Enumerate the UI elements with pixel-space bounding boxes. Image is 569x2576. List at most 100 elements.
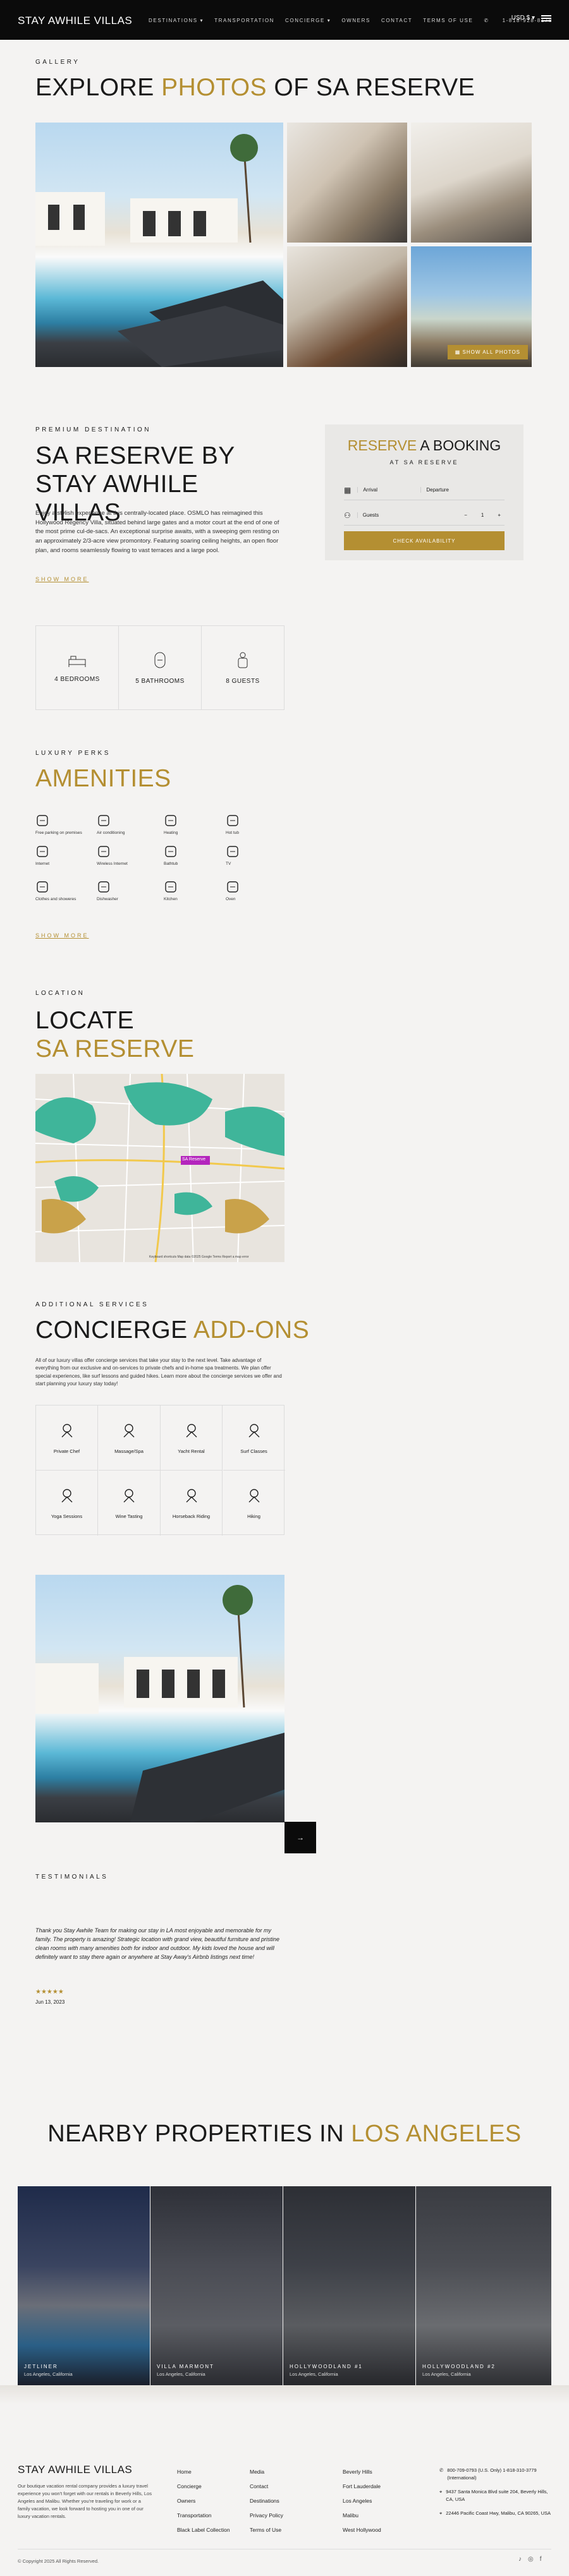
footer-link-transportation[interactable]: Transportation — [177, 2508, 230, 2523]
departure-input[interactable]: Departure — [420, 487, 449, 493]
brand-logo[interactable]: STAY AWHILE VILLAS — [18, 15, 132, 27]
nav-terms[interactable]: TERMS OF USE — [423, 18, 473, 23]
location-title: LOCATE SA RESERVE — [35, 1007, 194, 1064]
amenities-show-more-link[interactable]: SHOW MORE — [35, 932, 89, 939]
gallery-photo-terrace[interactable]: ▦ SHOW ALL PHOTOS — [411, 246, 532, 367]
footer-link-destinations[interactable]: Destinations — [250, 2494, 283, 2508]
footer-link-black-label[interactable]: Black Label Collection — [177, 2523, 230, 2537]
footer-link-terms[interactable]: Terms of Use — [250, 2523, 283, 2537]
amenity-label: Air conditioning — [97, 831, 125, 835]
stat-bedrooms-label: 4 BEDROOMS — [54, 675, 100, 683]
concierge-label: Yoga Sessions — [51, 1514, 83, 1519]
gallery-photo-bedroom[interactable] — [411, 123, 532, 243]
property-card-3[interactable]: HOLLYWOODLAND #1 Los Angeles, California — [283, 2186, 415, 2385]
phone-icon: ✆ — [439, 2467, 444, 2473]
arrival-input[interactable]: Arrival — [357, 487, 420, 493]
concierge-item[interactable]: Surf Classes — [223, 1405, 285, 1471]
facebook-icon[interactable]: f — [540, 2556, 542, 2563]
property-card-2-name: VILLA MARMONT — [157, 2364, 214, 2369]
amenity-item: Bathtub — [164, 845, 221, 866]
feature-photo — [35, 1575, 284, 1822]
map-attribution[interactable]: Keyboard shortcuts Map data ©2025 Google… — [149, 1255, 249, 1259]
footer-brand[interactable]: STAY AWHILE VILLAS — [18, 2464, 132, 2476]
gallery-eyebrow: GALLERY — [35, 59, 80, 66]
property-card-4-name: HOLLYWOODLAND #2 — [422, 2364, 496, 2369]
concierge-label: Horseback Riding — [172, 1514, 211, 1519]
currency-selector[interactable]: USD $ ▾ — [511, 15, 535, 21]
property-stats: 4 BEDROOMS 5 BATHROOMS 8 GUESTS — [35, 625, 284, 710]
gallery-main-photo[interactable] — [35, 123, 283, 367]
nav-transportation[interactable]: TRANSPORTATION — [214, 18, 274, 23]
concierge-item[interactable]: Massage/Spa — [98, 1405, 161, 1471]
property-card-2[interactable]: VILLA MARMONT Los Angeles, California — [150, 2186, 283, 2385]
gallery-photo-lounge[interactable] — [287, 246, 407, 367]
amenity-label: Bathtub — [164, 862, 178, 866]
concierge-grid: Private Chef Massage/Spa Yacht Rental Surf … — [35, 1405, 285, 1536]
footer-link-media[interactable]: Media — [250, 2465, 283, 2479]
footer-link-concierge[interactable]: Concierge — [177, 2479, 230, 2494]
footer-link-contact[interactable]: Contact — [250, 2479, 283, 2494]
gallery-title: EXPLORE PHOTOS OF SA RESERVE — [35, 74, 475, 102]
instagram-icon[interactable]: ◎ — [528, 2556, 534, 2563]
booking-title-a: RESERVE — [347, 437, 417, 454]
concierge-item[interactable]: Private Chef — [36, 1405, 98, 1471]
property-card-1[interactable]: JETLINER Los Angeles, California — [18, 2186, 150, 2385]
booking-subtitle: AT SA RESERVE — [389, 459, 459, 466]
calendar-icon: ▦ — [344, 485, 352, 495]
footer-contact-address-1[interactable]: ⌖ 9437 Santa Monica Blvd suite 204, Bever… — [439, 2488, 553, 2503]
location-map[interactable]: SA Reserve Keyboard shortcuts Map data ©… — [35, 1074, 284, 1262]
show-all-photos-button[interactable]: ▦ SHOW ALL PHOTOS — [447, 345, 528, 359]
amenity-item: Hot tub — [226, 814, 283, 835]
footer-link-fort-lauderdale[interactable]: Fort Lauderdale — [343, 2479, 381, 2494]
nav-owners[interactable]: OWNERS — [341, 18, 370, 23]
amenity-label: Dishwasher — [97, 897, 118, 901]
yacht-icon — [183, 1422, 200, 1441]
nav-destinations[interactable]: DESTINATIONS ▾ — [149, 18, 204, 23]
nav-concierge[interactable]: CONCIERGE ▾ — [285, 18, 331, 23]
stat-guests-label: 8 GUESTS — [226, 677, 260, 685]
concierge-item[interactable]: Horseback Riding — [161, 1471, 223, 1536]
concierge-item[interactable]: Wine Tasting — [99, 1471, 161, 1536]
footer-link-owners[interactable]: Owners — [177, 2494, 230, 2508]
footer-link-beverly-hills[interactable]: Beverly Hills — [343, 2465, 381, 2479]
tiktok-icon[interactable]: ♪ — [518, 2556, 522, 2563]
nearby-title-a: NEARBY PROPERTIES IN — [47, 2121, 352, 2147]
amenity-item: Wireless Internet — [97, 845, 154, 866]
nav-contact[interactable]: CONTACT — [381, 18, 412, 23]
property-card-4[interactable]: HOLLYWOODLAND #2 Los Angeles, California — [416, 2186, 551, 2385]
concierge-item[interactable]: Yoga Sessions — [36, 1471, 98, 1536]
nearby-title-b: LOS ANGELES — [351, 2121, 522, 2147]
property-card-3-name: HOLLYWOODLAND #1 — [290, 2364, 363, 2369]
intro-show-more-link[interactable]: SHOW MORE — [35, 576, 89, 582]
map-pin-label[interactable]: SA Reserve — [182, 1157, 205, 1162]
footer-contact-phone[interactable]: ✆ 800-709-0793 (U.S. Only) 1-818-310-3779… — [439, 2467, 553, 2482]
footer-link-malibu[interactable]: Malibu — [343, 2508, 381, 2523]
footer-link-privacy[interactable]: Privacy Policy — [250, 2508, 283, 2523]
wine-glass-icon — [120, 1487, 138, 1506]
footer-col-1: Home Concierge Owners Transportation Bla… — [177, 2465, 230, 2537]
location-eyebrow: LOCATION — [35, 990, 85, 997]
guests-icon: ⚇ — [344, 510, 351, 520]
concierge-item[interactable]: Hiking — [223, 1471, 285, 1536]
bed-icon — [68, 656, 86, 667]
footer-link-home[interactable]: Home — [177, 2465, 230, 2479]
dishwasher-icon — [97, 880, 111, 894]
check-availability-button[interactable]: CHECK AVAILABILITY — [344, 531, 505, 550]
footer-contact-address-2[interactable]: ⌖ 22446 Pacific Coast Hwy, Malibu, CA 902… — [439, 2510, 553, 2517]
amenity-label: Heating — [164, 831, 178, 835]
gallery-photo-living[interactable] — [287, 123, 407, 243]
footer-address-1-text: 9437 Santa Monica Blvd suite 204, Beverl… — [446, 2489, 548, 2502]
concierge-item[interactable]: Yacht Rental — [161, 1405, 223, 1471]
concierge-title-b: ADD-ONS — [193, 1316, 310, 1344]
stat-guests: 8 GUESTS — [202, 626, 284, 709]
date-range-field[interactable]: ▦ Arrival Departure — [344, 480, 505, 500]
concierge-label: Hiking — [247, 1514, 260, 1519]
footer-link-west-hollywood[interactable]: West Hollywood — [343, 2523, 381, 2537]
menu-icon[interactable] — [541, 15, 551, 21]
guests-plus-button[interactable]: + — [498, 512, 501, 518]
arrow-right-icon: → — [297, 1833, 304, 1842]
footer-link-los-angeles[interactable]: Los Angeles — [343, 2494, 381, 2508]
photo-next-button[interactable]: → — [284, 1822, 316, 1853]
guests-minus-button[interactable]: − — [464, 512, 467, 518]
amenity-label: TV — [226, 862, 231, 866]
